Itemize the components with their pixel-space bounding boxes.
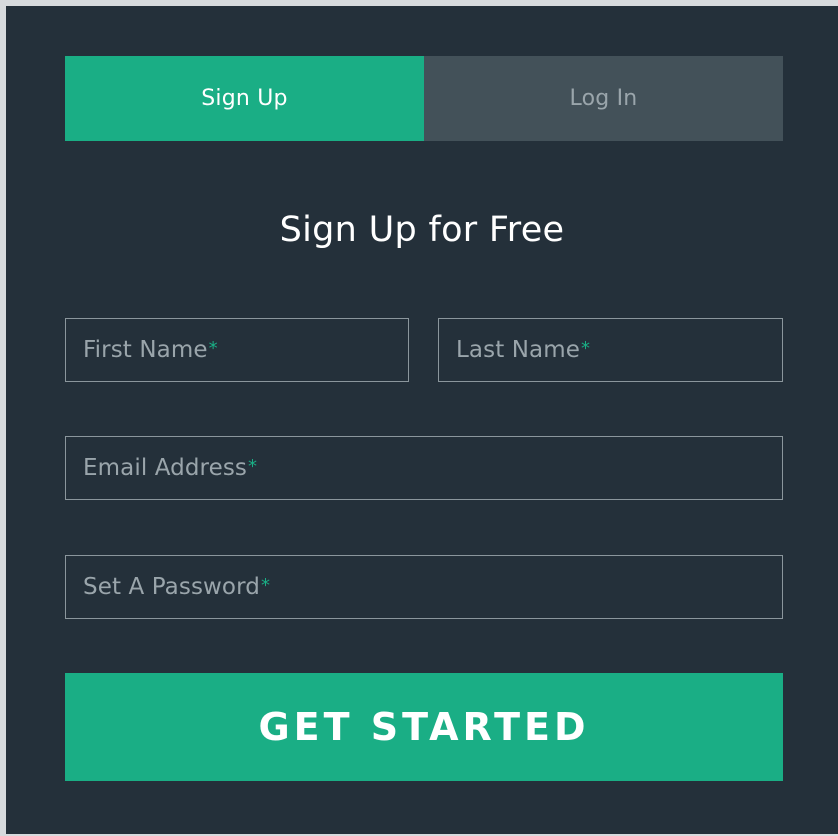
last-name-placeholder: Last Name bbox=[456, 337, 580, 363]
form-title: Sign Up for Free bbox=[279, 210, 565, 250]
required-marker: * bbox=[208, 337, 218, 359]
auth-tabs: Sign Up Log In bbox=[65, 56, 783, 141]
tab-log-in[interactable]: Log In bbox=[424, 56, 783, 141]
tab-log-in-label: Log In bbox=[569, 86, 638, 111]
email-field[interactable]: Email Address * bbox=[65, 436, 783, 500]
last-name-field[interactable]: Last Name * bbox=[438, 318, 783, 382]
get-started-label: GET STARTED bbox=[258, 705, 590, 749]
password-placeholder: Set A Password bbox=[83, 574, 260, 600]
get-started-button[interactable]: GET STARTED bbox=[65, 673, 783, 781]
tab-sign-up-label: Sign Up bbox=[201, 86, 288, 111]
required-marker: * bbox=[248, 455, 258, 477]
password-field[interactable]: Set A Password * bbox=[65, 555, 783, 619]
required-marker: * bbox=[580, 337, 590, 359]
first-name-field[interactable]: First Name * bbox=[65, 318, 409, 382]
tab-sign-up[interactable]: Sign Up bbox=[65, 56, 424, 141]
email-placeholder: Email Address bbox=[83, 455, 248, 481]
first-name-placeholder: First Name bbox=[83, 337, 208, 363]
required-marker: * bbox=[260, 574, 270, 596]
signup-panel: Sign Up Log In Sign Up for Free First Na… bbox=[6, 6, 838, 834]
